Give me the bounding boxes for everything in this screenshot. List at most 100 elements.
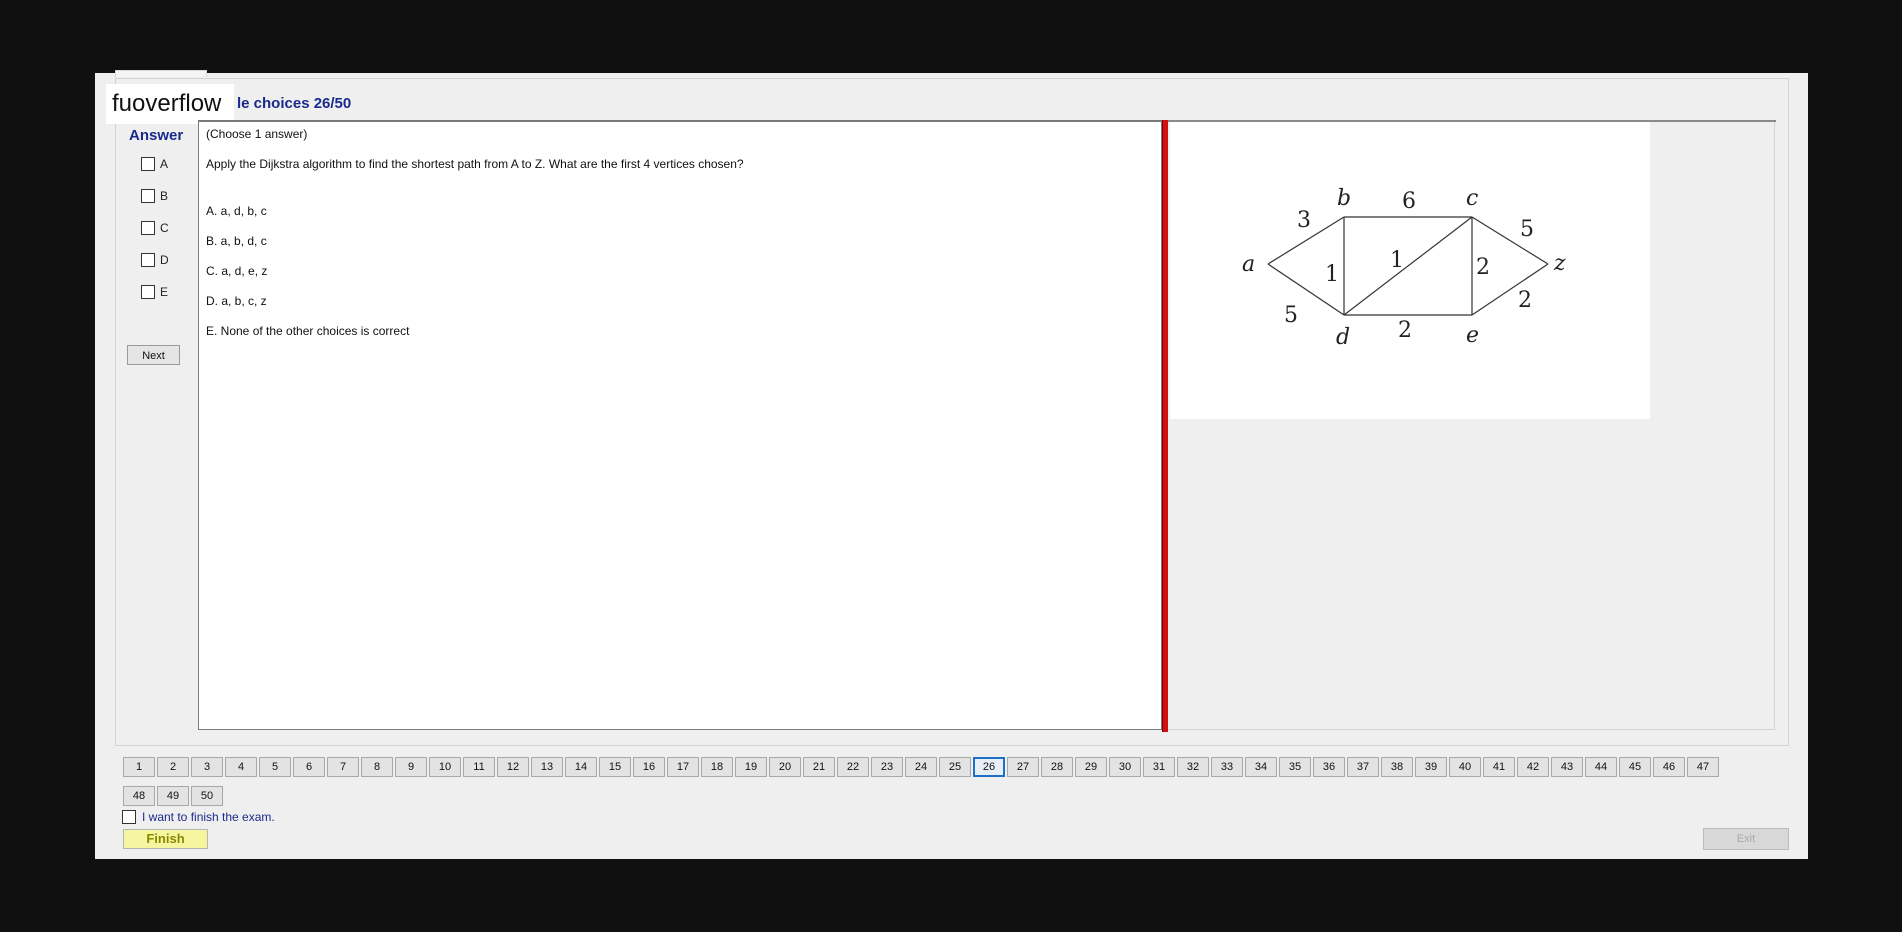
question-nav-button[interactable]: 31 [1143,757,1175,777]
question-nav-button[interactable]: 28 [1041,757,1073,777]
checkbox-a[interactable] [141,156,155,171]
question-nav-button[interactable]: 37 [1347,757,1379,777]
choice-c: C. a, d, e, z [206,264,268,278]
question-nav-button[interactable]: 27 [1007,757,1039,777]
question-nav-button[interactable]: 50 [191,786,223,806]
question-nav-button[interactable]: 11 [463,757,495,777]
weight-c-z: 5 [1520,217,1534,242]
question-nav-button[interactable]: 32 [1177,757,1209,777]
question-nav-button[interactable]: 16 [633,757,665,777]
answer-option-c[interactable]: C [141,220,169,236]
question-nav-button[interactable]: 13 [531,757,563,777]
answer-option-label: E [160,284,169,299]
question-nav-button[interactable]: 12 [497,757,529,777]
question-instruction: (Choose 1 answer) [206,127,308,141]
question-nav-button[interactable]: 14 [565,757,597,777]
finish-exam-checkbox-row[interactable]: I want to finish the exam. [122,809,275,824]
question-nav-button[interactable]: 33 [1211,757,1243,777]
question-nav-button[interactable]: 19 [735,757,767,777]
question-nav-button[interactable]: 42 [1517,757,1549,777]
question-nav-button[interactable]: 41 [1483,757,1515,777]
weight-d-c: 1 [1390,248,1404,273]
question-nav-button[interactable]: 36 [1313,757,1345,777]
finish-button[interactable]: Finish [123,829,208,849]
question-nav-button[interactable]: 4 [225,757,257,777]
vertex-c-label: c [1466,186,1478,211]
answer-option-e[interactable]: E [141,284,168,300]
question-nav-button[interactable]: 47 [1687,757,1719,777]
question-nav-button[interactable]: 20 [769,757,801,777]
vertex-e-label: e [1466,323,1479,348]
question-nav-button[interactable]: 15 [599,757,631,777]
question-nav-button[interactable]: 7 [327,757,359,777]
question-nav-button[interactable]: 39 [1415,757,1447,777]
checkbox-e[interactable] [141,284,155,299]
answer-option-d[interactable]: D [141,252,169,268]
question-nav-button[interactable]: 46 [1653,757,1685,777]
vertex-z-label: z [1553,251,1566,276]
question-nav-button[interactable]: 21 [803,757,835,777]
question-nav-button[interactable]: 5 [259,757,291,777]
choice-a: A. a, d, b, c [206,204,267,218]
answer-option-label: B [160,188,169,203]
question-nav-button[interactable]: 25 [939,757,971,777]
weight-c-e: 2 [1476,255,1490,280]
question-nav-button[interactable]: 8 [361,757,393,777]
choice-b: B. a, b, d, c [206,234,267,248]
edge-d-c [1343,216,1473,316]
vertex-b-label: b [1337,186,1351,211]
question-nav-button[interactable]: 3 [191,757,223,777]
checkbox-d[interactable] [141,252,155,267]
question-nav-button[interactable]: 43 [1551,757,1583,777]
question-nav-button[interactable]: 34 [1245,757,1277,777]
question-nav-button[interactable]: 22 [837,757,869,777]
question-text: Apply the Dijkstra algorithm to find the… [206,157,744,171]
question-nav-button[interactable]: 48 [123,786,155,806]
vertex-a-label: a [1242,252,1255,277]
choice-d: D. a, b, c, z [206,294,267,308]
next-button[interactable]: Next [127,345,180,365]
answer-option-label: A [160,156,169,171]
vertex-d-label: d [1336,325,1350,350]
question-nav-button[interactable]: 38 [1381,757,1413,777]
finish-exam-checkbox[interactable] [122,809,136,824]
question-nav-button[interactable]: 26 [973,757,1005,777]
weight-b-c: 6 [1402,189,1416,214]
answer-option-label: D [160,252,169,267]
choice-e: E. None of the other choices is correct [206,324,410,338]
answer-option-label: C [160,220,169,235]
question-image: a b c d e z 3 5 6 1 1 2 2 5 2 [1170,122,1650,419]
section-title: le choices 26/50 [237,95,352,112]
question-nav-button[interactable]: 35 [1279,757,1311,777]
tab-stub [115,70,207,77]
question-nav-button[interactable]: 45 [1619,757,1651,777]
question-nav-button[interactable]: 17 [667,757,699,777]
answer-title: Answer [129,127,184,144]
question-nav-button[interactable]: 18 [701,757,733,777]
answer-option-a[interactable]: A [141,156,168,172]
weight-a-d: 5 [1284,303,1298,328]
finish-exam-label: I want to finish the exam. [142,809,275,824]
question-nav-button[interactable]: 40 [1449,757,1481,777]
exit-button[interactable]: Exit [1703,828,1789,850]
question-nav-button[interactable]: 29 [1075,757,1107,777]
question-nav-button[interactable]: 2 [157,757,189,777]
weight-d-e: 2 [1398,318,1412,343]
answer-option-b[interactable]: B [141,188,168,204]
question-nav-button[interactable]: 49 [157,786,189,806]
question-panel [198,120,1162,730]
graph-diagram: a b c d e z 3 5 6 1 1 2 2 5 2 [1242,186,1566,350]
question-nav-button[interactable]: 1 [123,757,155,777]
question-nav-button[interactable]: 23 [871,757,903,777]
question-nav-button[interactable]: 9 [395,757,427,777]
question-nav-button[interactable]: 10 [429,757,461,777]
question-nav-button[interactable]: 24 [905,757,937,777]
weight-b-d: 1 [1325,262,1339,287]
question-nav-button[interactable]: 6 [293,757,325,777]
question-nav-button[interactable]: 44 [1585,757,1617,777]
weight-e-z: 2 [1518,288,1532,313]
question-nav-button[interactable]: 30 [1109,757,1141,777]
brand-watermark: fuoverflow [106,84,234,124]
checkbox-b[interactable] [141,188,155,203]
checkbox-c[interactable] [141,220,155,235]
